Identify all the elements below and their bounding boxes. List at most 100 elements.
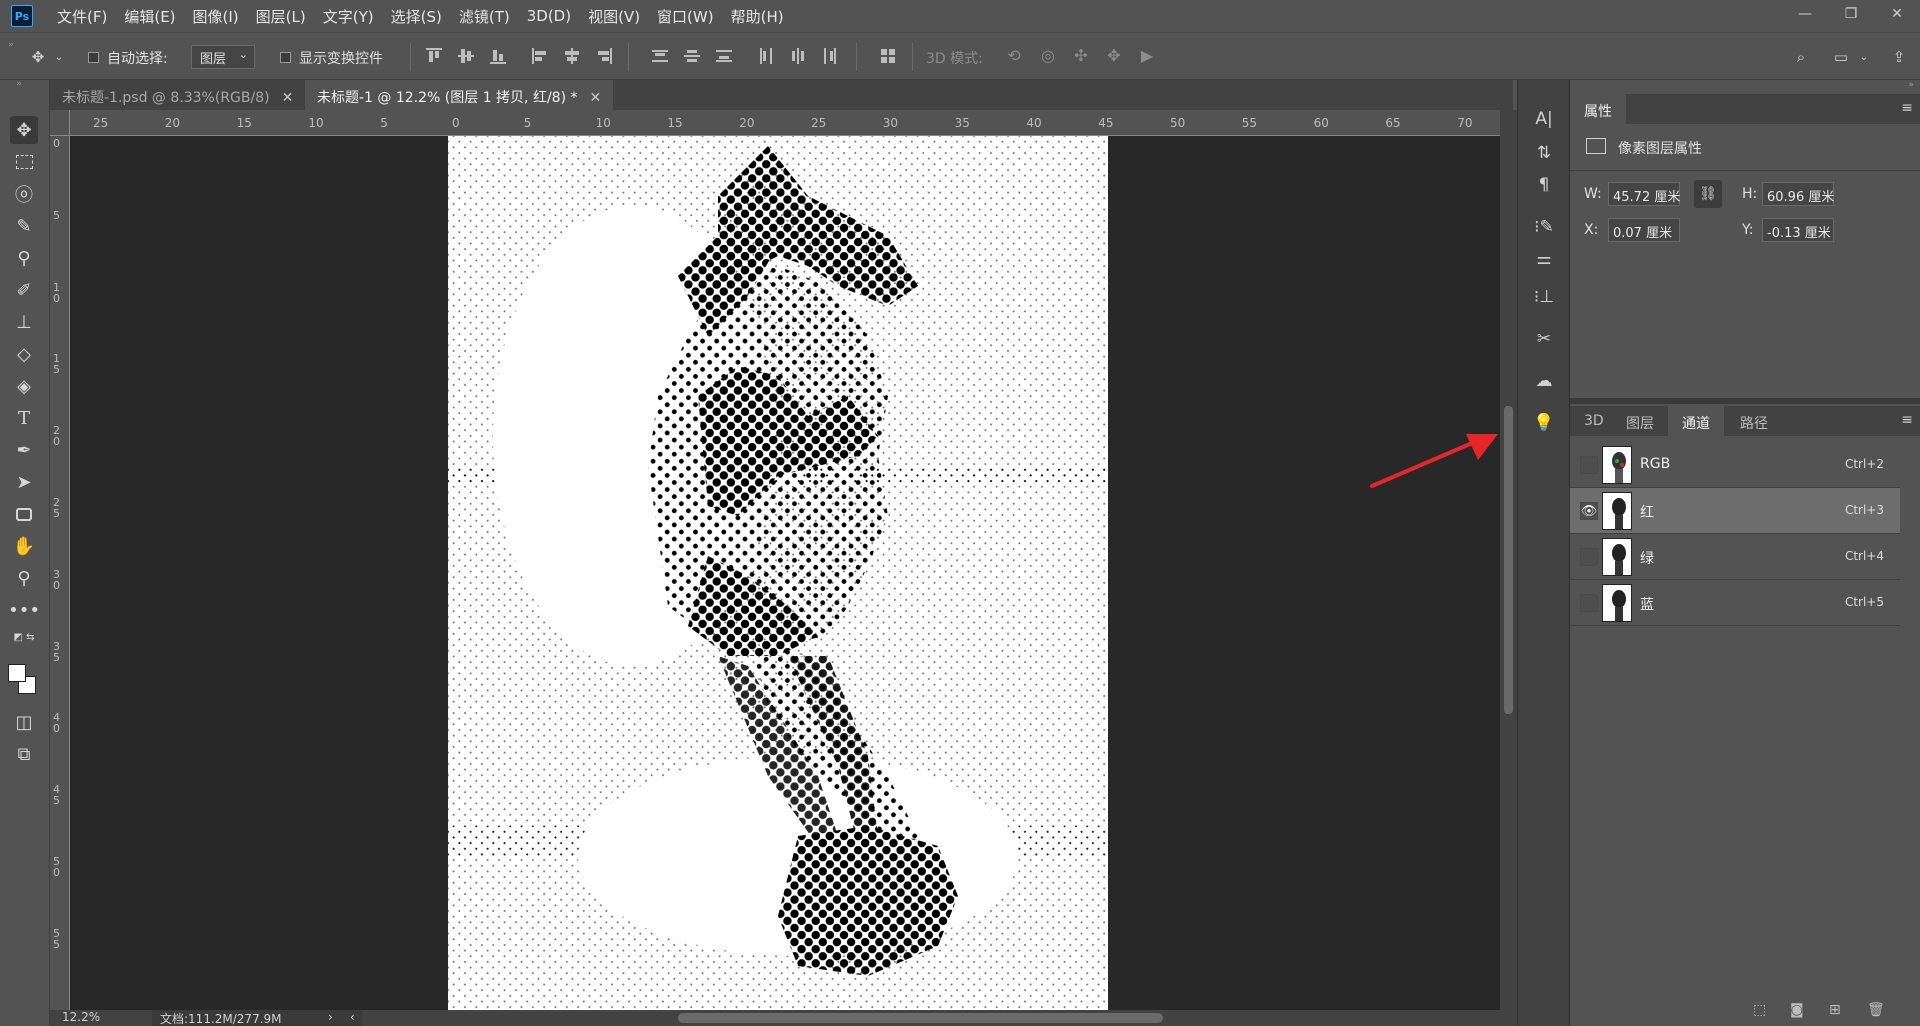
close-icon[interactable]: ✕ [282, 90, 294, 106]
align-vertical-center-icon[interactable] [458, 48, 474, 64]
move-tool-preset-icon[interactable]: ✥ [26, 45, 50, 69]
paint-bucket-tool-icon[interactable]: ◈ [10, 372, 38, 400]
menu-file[interactable]: 文件(F) [57, 6, 107, 27]
panel-menu-icon[interactable]: ≡ [1901, 412, 1913, 428]
chevron-down-icon[interactable]: ⌄ [1857, 45, 1871, 69]
scrollbar-thumb[interactable] [1504, 406, 1513, 714]
new-channel-icon[interactable]: ⊞ [1829, 1002, 1849, 1022]
adjustments-icon[interactable]: ⚌ [1531, 246, 1557, 272]
menu-select[interactable]: 选择(S) [391, 6, 442, 27]
pen-tool-icon[interactable]: ✒ [10, 436, 38, 464]
vertical-scrollbar[interactable] [1500, 110, 1517, 1010]
save-selection-icon[interactable]: ◙ [1790, 1002, 1810, 1022]
align-right-icon[interactable] [596, 48, 612, 64]
auto-select-checkbox[interactable] [88, 52, 99, 63]
collapse-panels-icon[interactable]: » [1908, 80, 1914, 90]
path-selection-tool-icon[interactable]: ➤ [10, 468, 38, 496]
link-dimensions-icon[interactable]: ⛓ [1694, 180, 1722, 208]
tab-document-1[interactable]: 未标题-1.psd @ 8.33%(RGB/8) ✕ [50, 80, 305, 110]
paragraph-panel-icon[interactable]: ¶ [1531, 172, 1557, 198]
eyedropper-tool-icon[interactable]: ⚲ [10, 244, 38, 272]
default-colors-icon[interactable]: ◩ ⇆ [10, 630, 38, 644]
stamp-tool-icon[interactable]: ⊥ [10, 308, 38, 336]
drag-3d-icon[interactable]: ✣ [1070, 46, 1092, 68]
menu-layer[interactable]: 图层(L) [256, 6, 306, 27]
chevron-right-icon[interactable]: › [328, 1010, 333, 1024]
channel-row-blue[interactable]: 蓝 Ctrl+5 [1570, 580, 1900, 626]
width-field[interactable]: 45.72 厘米 [1608, 182, 1680, 206]
camera-3d-icon[interactable]: ▶ [1136, 46, 1158, 68]
document-canvas[interactable] [448, 136, 1108, 1010]
menu-edit[interactable]: 编辑(E) [124, 6, 175, 27]
collapse-tools-icon[interactable]: » [5, 78, 33, 90]
ruler-origin[interactable] [50, 110, 70, 136]
rectangle-tool-icon[interactable] [10, 500, 38, 528]
character-panel-icon[interactable]: A| [1531, 106, 1557, 132]
screen-mode-icon[interactable]: ⧉ [10, 740, 38, 768]
type-tool-icon[interactable]: T [10, 404, 38, 432]
share-icon[interactable]: ⇪ [1887, 45, 1911, 69]
auto-select-target-dropdown[interactable]: 图层 ⌄ [191, 45, 255, 69]
align-bottom-icon[interactable] [490, 48, 506, 64]
x-position-field[interactable]: 0.07 厘米 [1608, 218, 1680, 242]
move-tool-icon[interactable]: ✥ [10, 116, 38, 144]
clone-source-icon[interactable]: ⁝⊥ [1531, 284, 1557, 310]
visibility-toggle[interactable] [1580, 594, 1598, 612]
quick-mask-icon[interactable]: ◫ [10, 708, 38, 736]
horizontal-scrollbar-thumb[interactable] [678, 1013, 1163, 1023]
delete-channel-icon[interactable]: 🗑 [1867, 1002, 1887, 1022]
brush-settings-icon[interactable]: ⁝✎ [1531, 214, 1557, 240]
align-horizontal-center-icon[interactable] [564, 48, 580, 64]
menu-type[interactable]: 文字(Y) [323, 6, 374, 27]
channel-row-red[interactable]: 👁 红 Ctrl+3 [1570, 488, 1900, 534]
close-icon[interactable]: ✕ [590, 90, 602, 106]
visibility-toggle[interactable] [1580, 456, 1598, 474]
menu-3d[interactable]: 3D(D) [527, 7, 571, 25]
zoom-level[interactable]: 12.2% [62, 1010, 100, 1024]
align-left-icon[interactable] [532, 48, 548, 64]
quick-selection-tool-icon[interactable]: ✎ [10, 212, 38, 240]
tab-3d[interactable]: 3D [1570, 406, 1618, 436]
channel-row-rgb[interactable]: RGB Ctrl+2 [1570, 442, 1900, 488]
panel-divider[interactable] [1570, 398, 1920, 404]
search-icon[interactable]: ⌕ [1789, 45, 1813, 69]
load-selection-icon[interactable]: ⬚ [1753, 1002, 1773, 1022]
visibility-toggle[interactable] [1580, 548, 1598, 566]
horizontal-ruler[interactable]: 25 20 15 10 5 0 5 10 15 20 25 30 35 40 45 50 55 60 65 70 [50, 110, 1500, 136]
menu-filter[interactable]: 滤镜(T) [459, 6, 510, 27]
marquee-tool-icon[interactable] [10, 148, 38, 176]
roll-3d-icon[interactable]: ◎ [1037, 46, 1059, 68]
libraries-icon[interactable]: ☁ [1531, 368, 1557, 394]
y-position-field[interactable]: -0.13 厘米 [1762, 218, 1834, 242]
menu-view[interactable]: 视图(V) [588, 6, 640, 27]
tab-properties[interactable]: 属性 [1570, 94, 1626, 124]
show-transform-checkbox[interactable] [280, 52, 291, 63]
eye-icon[interactable]: 👁 [1580, 502, 1598, 520]
distribute-right-icon[interactable] [822, 48, 838, 64]
height-field[interactable]: 60.96 厘米 [1762, 182, 1834, 206]
auto-align-icon[interactable] [880, 48, 896, 64]
menu-help[interactable]: 帮助(H) [731, 6, 784, 27]
tab-document-2[interactable]: 未标题-1 @ 12.2% (图层 1 拷贝, 红/8) * ✕ [305, 80, 614, 110]
align-top-icon[interactable] [426, 48, 442, 64]
chevron-down-icon[interactable]: ⌄ [52, 45, 66, 69]
distribute-horizontal-center-icon[interactable] [790, 48, 806, 64]
slide-3d-icon[interactable]: ✥ [1103, 46, 1125, 68]
distribute-top-icon[interactable] [652, 48, 668, 64]
canvas-area[interactable] [70, 136, 1500, 1010]
menu-image[interactable]: 图像(I) [193, 6, 239, 27]
channel-row-green[interactable]: 绿 Ctrl+4 [1570, 534, 1900, 580]
chevron-left-icon[interactable]: ‹ [350, 1010, 355, 1024]
foreground-color-swatch[interactable] [8, 664, 26, 682]
restore-button[interactable]: ❐ [1828, 0, 1874, 28]
brush-tool-icon[interactable]: ✐ [10, 276, 38, 304]
orbit-3d-icon[interactable]: ⟲ [1003, 46, 1025, 68]
workspace-icon[interactable]: ▭ [1829, 45, 1853, 69]
distribute-vertical-center-icon[interactable] [684, 48, 700, 64]
close-window-button[interactable]: ✕ [1874, 0, 1920, 28]
eraser-tool-icon[interactable]: ◇ [10, 340, 38, 368]
learn-icon[interactable]: 💡 [1531, 410, 1557, 436]
tab-paths[interactable]: 路径 [1726, 406, 1782, 436]
distribute-bottom-icon[interactable] [716, 48, 732, 64]
panel-menu-icon[interactable]: ≡ [1901, 100, 1913, 116]
